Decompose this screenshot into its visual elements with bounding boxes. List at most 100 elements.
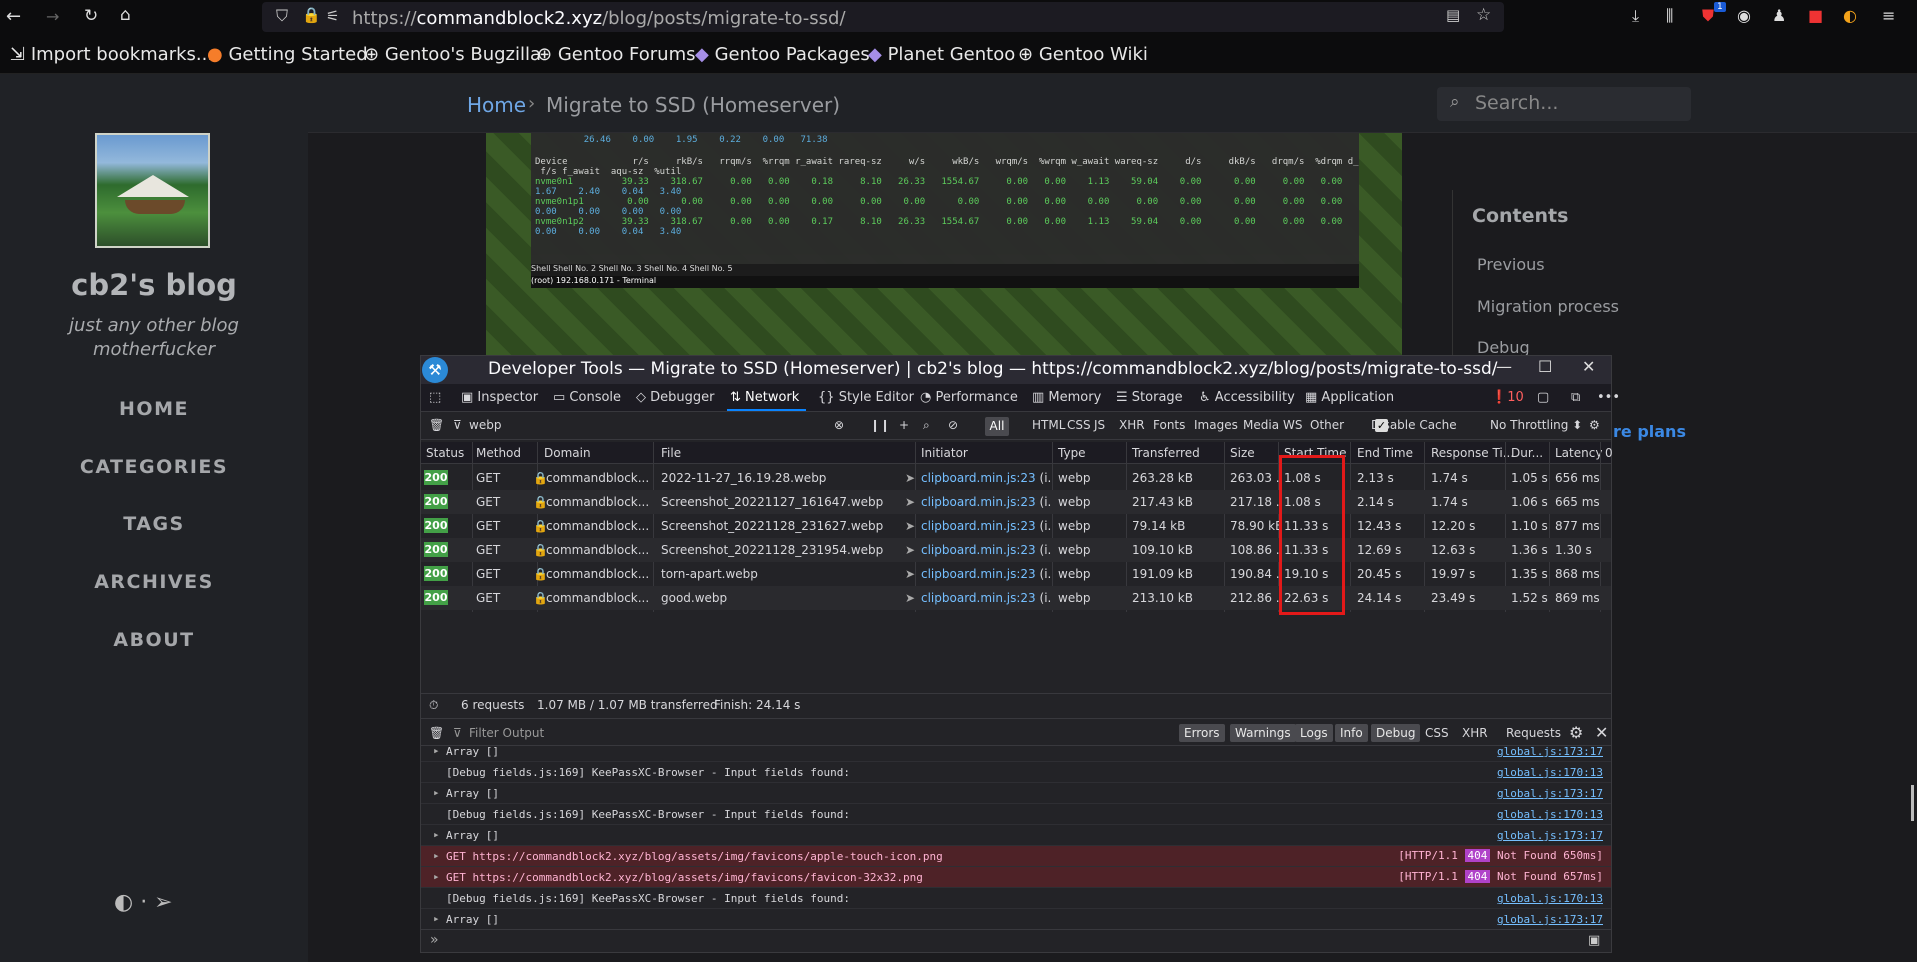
- theme-toggle-icon[interactable]: ◐ · ➢: [114, 890, 173, 915]
- dock-icon[interactable]: ⧉: [1571, 390, 1580, 405]
- col-transferred[interactable]: Transferred: [1132, 446, 1200, 460]
- menu-icon[interactable]: ≡: [1882, 6, 1895, 25]
- table-row[interactable]: 200 GET commandblock... Screenshot_20221127…: [421, 490, 1611, 514]
- cell-initiator[interactable]: clipboard.min.js:23 (i...: [921, 543, 1051, 557]
- col-response-time[interactable]: Response Ti...: [1431, 446, 1514, 460]
- filter-html[interactable]: HTML: [1032, 418, 1065, 432]
- console-source-link[interactable]: global.js:173:17: [1497, 745, 1603, 758]
- search-icon[interactable]: ⌕: [923, 418, 930, 433]
- lock-icon[interactable]: 🔒: [302, 6, 321, 24]
- col-type[interactable]: Type: [1058, 446, 1086, 460]
- col-latency[interactable]: Latency: [1555, 446, 1602, 460]
- filter-xhr[interactable]: XHR: [1119, 418, 1145, 432]
- maximize-icon[interactable]: ☐: [1538, 357, 1552, 376]
- clear-icon[interactable]: 🗑: [429, 418, 444, 432]
- tab-performance[interactable]: ◔ Performance: [920, 390, 1018, 405]
- col-method[interactable]: Method: [476, 446, 521, 460]
- downloads-icon[interactable]: ⤓: [1632, 6, 1639, 26]
- settings-gear-icon[interactable]: ⚙: [1589, 418, 1600, 432]
- level-info[interactable]: Info: [1335, 724, 1368, 742]
- url-bar[interactable]: ⛉ 🔒 ⚟ https://commandblock2.xyz/blog/pos…: [262, 2, 1504, 32]
- console-message[interactable]: [Debug fields.js:169] KeePassXC-Browser …: [421, 762, 1611, 783]
- col-size[interactable]: Size: [1230, 446, 1255, 460]
- table-row[interactable]: 200 GET commandblock... torn-apart.webp webp…: [421, 562, 1611, 586]
- console-message[interactable]: ▸ GET https://commandblock2.xyz/blog/asse…: [421, 846, 1611, 867]
- bookmark-bugzilla[interactable]: ⊕ Gentoo's Bugzilla: [364, 44, 541, 65]
- col-file[interactable]: File: [661, 446, 681, 460]
- tab-storage[interactable]: ☰ Storage: [1116, 390, 1183, 405]
- console-message[interactable]: [Debug fields.js:169] KeePassXC-Browser …: [421, 804, 1611, 825]
- search-box[interactable]: ⌕ Search...: [1437, 87, 1691, 121]
- console-settings-icon[interactable]: ⚙: [1569, 723, 1583, 742]
- console-message[interactable]: [Debug fields.js:169] KeePassXC-Browser …: [421, 888, 1611, 909]
- extension-ublock-icon[interactable]: ⛊: [1702, 6, 1714, 26]
- cell-initiator[interactable]: clipboard.min.js:23 (i...: [921, 495, 1051, 509]
- nav-tags[interactable]: TAGS: [0, 513, 308, 535]
- tab-console[interactable]: ▭ Console: [553, 390, 621, 405]
- bookmark-import[interactable]: ⇲ Import bookmarks...: [10, 44, 213, 65]
- bookmark-forums[interactable]: ⊕ Gentoo Forums: [537, 44, 696, 65]
- tab-debugger[interactable]: ◇ Debugger: [636, 390, 715, 405]
- console-source-link[interactable]: global.js:170:13: [1497, 892, 1603, 905]
- filter-css[interactable]: CSS: [1067, 418, 1091, 432]
- block-icon[interactable]: ⊘: [948, 418, 958, 432]
- tab-application[interactable]: ▦ Application: [1305, 390, 1394, 405]
- extension-icon[interactable]: ◐: [1843, 6, 1857, 25]
- console-source-link[interactable]: global.js:170:13: [1497, 808, 1603, 821]
- expand-arrow-icon[interactable]: ▸: [433, 912, 440, 925]
- search-input[interactable]: Search...: [1475, 92, 1558, 114]
- more-options-icon[interactable]: •••: [1597, 390, 1620, 405]
- console-message[interactable]: ▸ Array [] global.js:173:17: [421, 741, 1611, 762]
- bookmark-star-icon[interactable]: ☆: [1476, 5, 1491, 25]
- avatar[interactable]: [95, 133, 210, 248]
- filter-images[interactable]: Images: [1194, 418, 1238, 432]
- col-initiator[interactable]: Initiator: [921, 446, 968, 460]
- toc-item-debug[interactable]: Debug: [1477, 338, 1530, 355]
- table-row[interactable]: 200 GET commandblock... Screenshot_20221128…: [421, 514, 1611, 538]
- type-requests[interactable]: Requests: [1506, 726, 1561, 740]
- site-title[interactable]: cb2's blog: [0, 268, 308, 302]
- bookmark-planet[interactable]: ◆ Planet Gentoo: [868, 44, 1015, 65]
- toc-item-previous[interactable]: Previous: [1477, 255, 1545, 274]
- url-text[interactable]: https://commandblock2.xyz/blog/posts/mig…: [352, 8, 846, 29]
- table-row[interactable]: 200 GET commandblock... 2022-11-27_16.19.28…: [421, 466, 1611, 490]
- reload-button[interactable]: ↻: [84, 6, 98, 26]
- clear-filter-icon[interactable]: ⊗: [834, 418, 844, 432]
- expand-arrow-icon[interactable]: ▸: [433, 849, 440, 862]
- disable-cache-checkbox[interactable]: ✓: [1375, 419, 1388, 432]
- col-status[interactable]: Status: [426, 446, 464, 460]
- bookmark-getting-started[interactable]: ● Getting Started: [207, 44, 368, 65]
- page-scrollbar[interactable]: [1911, 785, 1914, 821]
- filter-other[interactable]: Other: [1310, 418, 1344, 432]
- home-button[interactable]: ⌂: [120, 5, 131, 25]
- toc-item-more-plans[interactable]: re plans: [1613, 422, 1686, 441]
- breadcrumb-home[interactable]: Home: [467, 93, 526, 117]
- type-css[interactable]: CSS: [1425, 726, 1449, 740]
- expand-arrow-icon[interactable]: ▸: [433, 786, 440, 799]
- add-icon[interactable]: +: [899, 418, 909, 432]
- extension-icon[interactable]: ■: [1808, 6, 1823, 25]
- clear-console-icon[interactable]: 🗑: [429, 726, 444, 740]
- level-debug[interactable]: Debug: [1371, 724, 1421, 742]
- extension-icon[interactable]: ◉: [1737, 6, 1751, 25]
- close-split-console-icon[interactable]: ✕: [1595, 723, 1608, 742]
- console-source-link[interactable]: global.js:173:17: [1497, 913, 1603, 926]
- cell-initiator[interactable]: clipboard.min.js:23 (i...: [921, 519, 1051, 533]
- col-end-time[interactable]: End Time: [1357, 446, 1413, 460]
- level-warnings[interactable]: Warnings: [1230, 724, 1296, 742]
- close-icon[interactable]: ✕: [1582, 357, 1595, 376]
- bookmark-wiki[interactable]: ⊕ Gentoo Wiki: [1018, 44, 1148, 65]
- reader-view-icon[interactable]: ▤: [1446, 6, 1460, 24]
- toc-item-migration[interactable]: Migration process: [1477, 297, 1619, 316]
- console-source-link[interactable]: global.js:170:13: [1497, 766, 1603, 779]
- console-input[interactable]: [421, 929, 1611, 953]
- col-domain[interactable]: Domain: [544, 446, 591, 460]
- cell-initiator[interactable]: clipboard.min.js:23 (i...: [921, 591, 1051, 605]
- nav-about[interactable]: ABOUT: [0, 629, 308, 651]
- tab-inspector[interactable]: ▣ Inspector: [461, 390, 538, 405]
- filter-js[interactable]: JS: [1094, 418, 1105, 432]
- tab-network[interactable]: ⇅ Network: [730, 390, 799, 405]
- filter-url-input[interactable]: webp: [469, 418, 501, 432]
- filter-fonts[interactable]: Fonts: [1153, 418, 1185, 432]
- throttling-select[interactable]: No Throttling ⬍: [1490, 418, 1582, 432]
